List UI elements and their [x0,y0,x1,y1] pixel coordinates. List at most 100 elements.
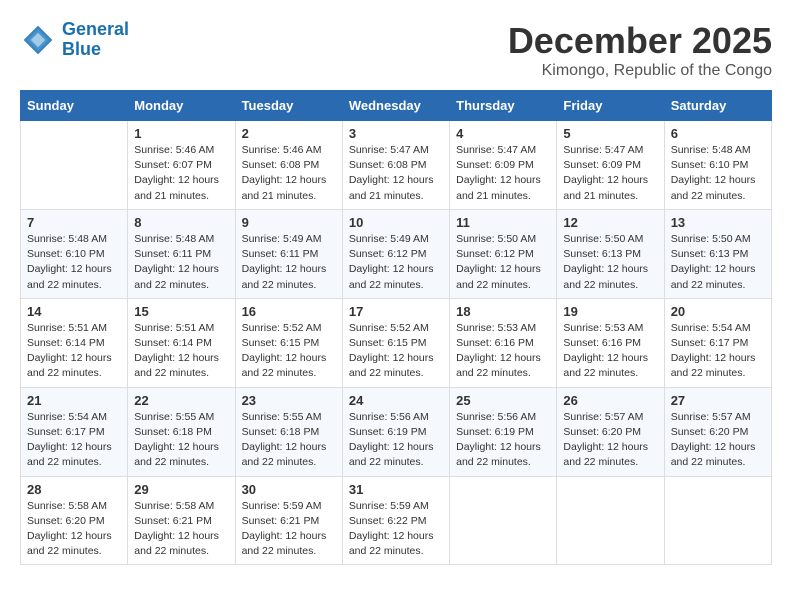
calendar-cell-w2-d4: 11Sunrise: 5:50 AM Sunset: 6:12 PM Dayli… [450,209,557,298]
day-info-10: Sunrise: 5:49 AM Sunset: 6:12 PM Dayligh… [349,232,443,293]
day-info-14: Sunrise: 5:51 AM Sunset: 6:14 PM Dayligh… [27,321,121,382]
calendar-cell-w1-d3: 3 Sunrise: 5:47 AM Sunset: 6:08 PM Daylig… [342,121,449,210]
day-number-8: 8 [134,215,228,230]
week-row-2: 7 Sunrise: 5:48 AM Sunset: 6:10 PM Daylig… [21,209,772,298]
location-title: Kimongo, Republic of the Congo [508,62,772,80]
day-number-17: 17 [349,304,443,319]
day-number-4: 4 [456,126,550,141]
day-info-1: Sunrise: 5:46 AM Sunset: 6:07 PM Dayligh… [134,143,228,204]
day-info-12: Sunrise: 5:50 AM Sunset: 6:13 PM Dayligh… [563,232,657,293]
calendar-cell-w2-d0: 7 Sunrise: 5:48 AM Sunset: 6:10 PM Daylig… [21,209,128,298]
day-number-22: 22 [134,393,228,408]
day-number-30: 30 [242,482,336,497]
day-number-25: 25 [456,393,550,408]
calendar-cell-w5-d0: 28Sunrise: 5:58 AM Sunset: 6:20 PM Dayli… [21,476,128,565]
calendar-cell-w4-d0: 21Sunrise: 5:54 AM Sunset: 6:17 PM Dayli… [21,387,128,476]
calendar-cell-w3-d3: 17 Sunrise: 5:52 AM Sunset: 6:15 PM Dayli… [342,298,449,387]
logo-icon [20,22,56,58]
day-number-7: 7 [27,215,121,230]
calendar-cell-w5-d5 [557,476,664,565]
calendar-cell-w3-d2: 16 Sunrise: 5:52 AM Sunset: 6:15 PM Dayli… [235,298,342,387]
day-number-12: 12 [563,215,657,230]
calendar-cell-w3-d6: 20 Sunrise: 5:54 AM Sunset: 6:17 PM Dayli… [664,298,771,387]
day-info-19: Sunrise: 5:53 AM Sunset: 6:16 PM Dayligh… [563,321,657,382]
day-info-8: Sunrise: 5:48 AM Sunset: 6:11 PM Dayligh… [134,232,228,293]
day-number-13: 13 [671,215,765,230]
calendar-cell-w1-d5: 5 Sunrise: 5:47 AM Sunset: 6:09 PM Daylig… [557,121,664,210]
logo-text: General Blue [62,20,129,60]
calendar-cell-w2-d1: 8 Sunrise: 5:48 AM Sunset: 6:11 PM Daylig… [128,209,235,298]
day-number-27: 27 [671,393,765,408]
week-row-1: 1 Sunrise: 5:46 AM Sunset: 6:07 PM Daylig… [21,121,772,210]
header-wednesday: Wednesday [342,91,449,121]
page-container: General Blue December 2025 Kimongo, Repu… [20,20,772,565]
day-info-6: Sunrise: 5:48 AM Sunset: 6:10 PM Dayligh… [671,143,765,204]
calendar-cell-w4-d1: 22 Sunrise: 5:55 AM Sunset: 6:18 PM Dayli… [128,387,235,476]
calendar-cell-w1-d0 [21,121,128,210]
day-number-20: 20 [671,304,765,319]
day-number-18: 18 [456,304,550,319]
day-info-29: Sunrise: 5:58 AM Sunset: 6:21 PM Dayligh… [134,499,228,560]
day-info-17: Sunrise: 5:52 AM Sunset: 6:15 PM Dayligh… [349,321,443,382]
calendar-cell-w5-d3: 31Sunrise: 5:59 AM Sunset: 6:22 PM Dayli… [342,476,449,565]
day-number-9: 9 [242,215,336,230]
day-number-1: 1 [134,126,228,141]
calendar-cell-w4-d5: 26Sunrise: 5:57 AM Sunset: 6:20 PM Dayli… [557,387,664,476]
calendar-cell-w1-d2: 2 Sunrise: 5:46 AM Sunset: 6:08 PM Daylig… [235,121,342,210]
day-info-7: Sunrise: 5:48 AM Sunset: 6:10 PM Dayligh… [27,232,121,293]
day-number-2: 2 [242,126,336,141]
weekday-header-row: Sunday Monday Tuesday Wednesday Thursday… [21,91,772,121]
header-saturday: Saturday [664,91,771,121]
day-number-14: 14 [27,304,121,319]
day-info-3: Sunrise: 5:47 AM Sunset: 6:08 PM Dayligh… [349,143,443,204]
month-title: December 2025 [508,20,772,62]
day-info-18: Sunrise: 5:53 AM Sunset: 6:16 PM Dayligh… [456,321,550,382]
day-number-15: 15 [134,304,228,319]
day-info-24: Sunrise: 5:56 AM Sunset: 6:19 PM Dayligh… [349,410,443,471]
calendar-cell-w3-d0: 14 Sunrise: 5:51 AM Sunset: 6:14 PM Dayli… [21,298,128,387]
calendar-cell-w1-d1: 1 Sunrise: 5:46 AM Sunset: 6:07 PM Daylig… [128,121,235,210]
day-number-16: 16 [242,304,336,319]
day-info-23: Sunrise: 5:55 AM Sunset: 6:18 PM Dayligh… [242,410,336,471]
day-number-19: 19 [563,304,657,319]
day-info-13: Sunrise: 5:50 AM Sunset: 6:13 PM Dayligh… [671,232,765,293]
day-info-15: Sunrise: 5:51 AM Sunset: 6:14 PM Dayligh… [134,321,228,382]
day-info-20: Sunrise: 5:54 AM Sunset: 6:17 PM Dayligh… [671,321,765,382]
calendar-cell-w4-d4: 25Sunrise: 5:56 AM Sunset: 6:19 PM Dayli… [450,387,557,476]
day-info-22: Sunrise: 5:55 AM Sunset: 6:18 PM Dayligh… [134,410,228,471]
day-number-26: 26 [563,393,657,408]
week-row-4: 21Sunrise: 5:54 AM Sunset: 6:17 PM Dayli… [21,387,772,476]
day-number-6: 6 [671,126,765,141]
calendar-cell-w2-d2: 9 Sunrise: 5:49 AM Sunset: 6:11 PM Daylig… [235,209,342,298]
day-info-5: Sunrise: 5:47 AM Sunset: 6:09 PM Dayligh… [563,143,657,204]
logo: General Blue [20,20,129,60]
logo-blue: Blue [62,39,101,59]
calendar-cell-w1-d4: 4 Sunrise: 5:47 AM Sunset: 6:09 PM Daylig… [450,121,557,210]
header-tuesday: Tuesday [235,91,342,121]
day-info-11: Sunrise: 5:50 AM Sunset: 6:12 PM Dayligh… [456,232,550,293]
day-number-24: 24 [349,393,443,408]
header-sunday: Sunday [21,91,128,121]
day-number-3: 3 [349,126,443,141]
calendar-cell-w4-d6: 27Sunrise: 5:57 AM Sunset: 6:20 PM Dayli… [664,387,771,476]
week-row-5: 28Sunrise: 5:58 AM Sunset: 6:20 PM Dayli… [21,476,772,565]
calendar-cell-w2-d5: 12 Sunrise: 5:50 AM Sunset: 6:13 PM Dayli… [557,209,664,298]
calendar-cell-w1-d6: 6 Sunrise: 5:48 AM Sunset: 6:10 PM Daylig… [664,121,771,210]
header-thursday: Thursday [450,91,557,121]
day-number-28: 28 [27,482,121,497]
day-number-31: 31 [349,482,443,497]
day-info-2: Sunrise: 5:46 AM Sunset: 6:08 PM Dayligh… [242,143,336,204]
day-info-16: Sunrise: 5:52 AM Sunset: 6:15 PM Dayligh… [242,321,336,382]
header-monday: Monday [128,91,235,121]
week-row-3: 14 Sunrise: 5:51 AM Sunset: 6:14 PM Dayli… [21,298,772,387]
day-info-30: Sunrise: 5:59 AM Sunset: 6:21 PM Dayligh… [242,499,336,560]
day-number-10: 10 [349,215,443,230]
day-info-9: Sunrise: 5:49 AM Sunset: 6:11 PM Dayligh… [242,232,336,293]
calendar-cell-w2-d6: 13 Sunrise: 5:50 AM Sunset: 6:13 PM Dayli… [664,209,771,298]
day-info-4: Sunrise: 5:47 AM Sunset: 6:09 PM Dayligh… [456,143,550,204]
calendar-table: Sunday Monday Tuesday Wednesday Thursday… [20,90,772,565]
calendar-cell-w5-d4 [450,476,557,565]
day-number-5: 5 [563,126,657,141]
calendar-cell-w3-d5: 19 Sunrise: 5:53 AM Sunset: 6:16 PM Dayli… [557,298,664,387]
calendar-cell-w5-d6 [664,476,771,565]
